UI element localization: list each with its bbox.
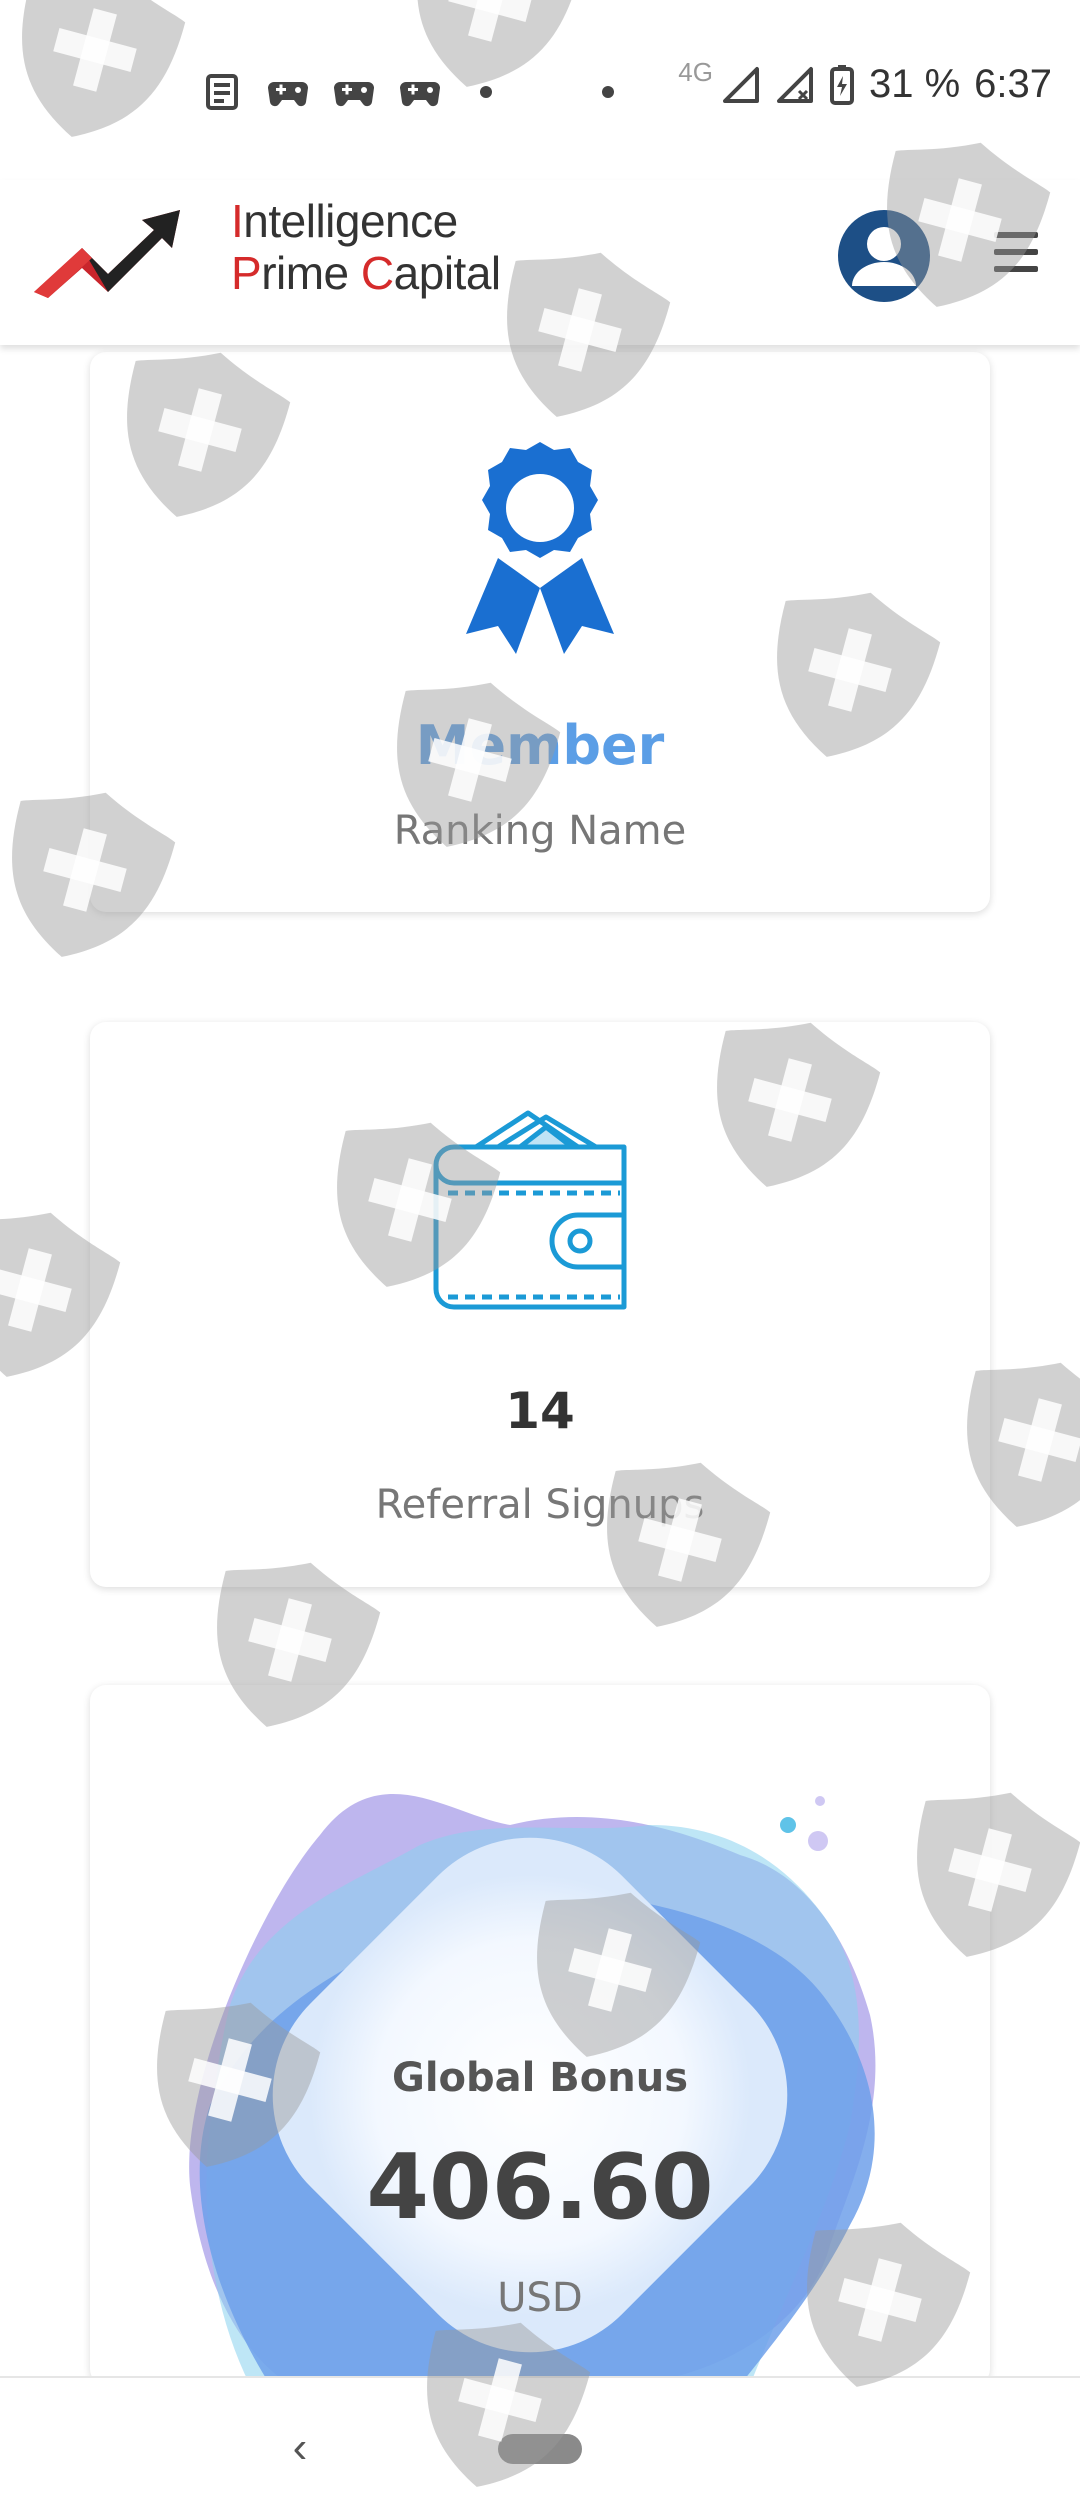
brand-name: Intelligence Prime Capital bbox=[231, 195, 501, 299]
notification-icons bbox=[200, 70, 630, 114]
ranking-label: Ranking Name bbox=[393, 808, 687, 854]
battery-percent: 31 % bbox=[868, 62, 961, 106]
global-bonus-value: 406.60 bbox=[366, 2135, 714, 2240]
ranking-card: Member Ranking Name bbox=[90, 352, 990, 912]
hamburger-menu-icon[interactable] bbox=[994, 232, 1038, 272]
news-icon bbox=[200, 70, 244, 114]
back-chevron-icon[interactable]: ‹ bbox=[280, 2420, 320, 2476]
global-bonus-title: Global Bonus bbox=[391, 2055, 688, 2101]
global-bonus-unit: USD bbox=[497, 2275, 583, 2321]
status-right: 4G 31 % 6:37 bbox=[678, 57, 1052, 107]
dot-icon bbox=[464, 70, 508, 114]
ranking-value: Member bbox=[415, 714, 665, 777]
game-controller-icon bbox=[332, 70, 376, 114]
dot-icon bbox=[586, 70, 630, 114]
wallet-icon bbox=[433, 1110, 627, 1310]
game-controller-icon bbox=[398, 70, 442, 114]
system-nav-bar: ‹ bbox=[0, 2376, 1080, 2520]
battery-charging-icon bbox=[829, 64, 854, 105]
signal-no-service-icon bbox=[776, 66, 813, 103]
network-type: 4G bbox=[678, 57, 713, 87]
referral-value: 14 bbox=[505, 1382, 575, 1440]
clock: 6:37 bbox=[974, 62, 1052, 106]
brand-logo-icon bbox=[34, 210, 180, 298]
award-ribbon-icon bbox=[466, 442, 614, 654]
game-controller-icon bbox=[266, 70, 310, 114]
referral-card: 14 Referral Signups bbox=[90, 1022, 990, 1587]
status-bar: 4G 31 % 6:37 bbox=[0, 0, 1080, 180]
brand-logo[interactable]: Intelligence Prime Capital bbox=[30, 192, 501, 302]
referral-label: Referral Signups bbox=[375, 1482, 705, 1528]
global-bonus-card: Global Bonus 406.60 USD bbox=[90, 1685, 990, 2385]
signal-icon bbox=[722, 66, 759, 103]
user-avatar-icon[interactable] bbox=[838, 210, 930, 302]
app-header: Intelligence Prime Capital bbox=[0, 180, 1080, 345]
home-pill-icon[interactable] bbox=[498, 2434, 582, 2464]
